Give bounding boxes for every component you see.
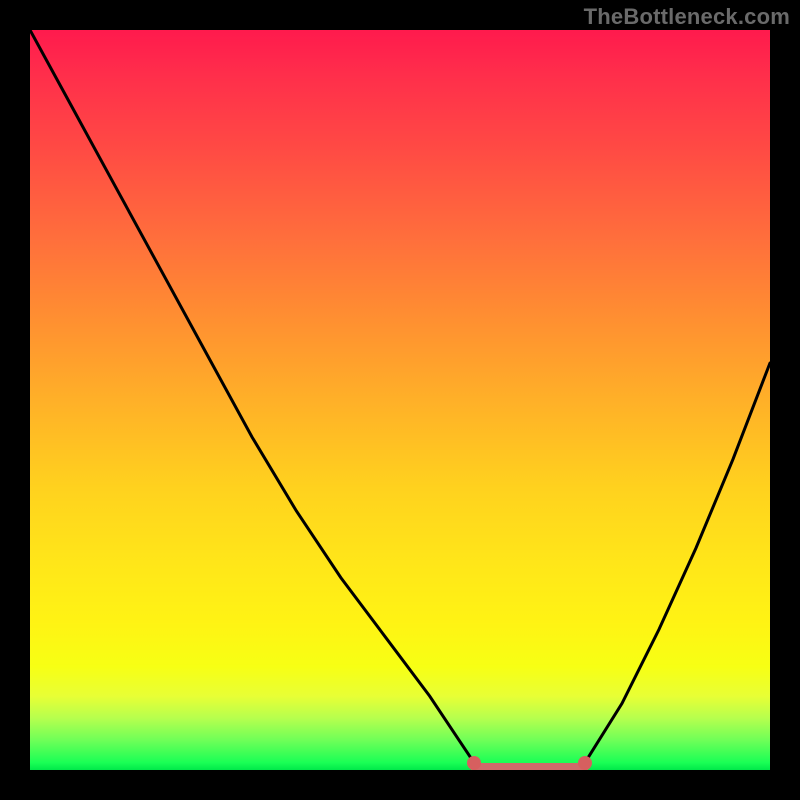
chart-frame: TheBottleneck.com <box>0 0 800 800</box>
plot-area <box>30 30 770 770</box>
flat-segment-dot-left <box>467 756 481 770</box>
watermark-text: TheBottleneck.com <box>584 4 790 30</box>
flat-segment-highlight <box>30 30 770 770</box>
flat-segment-dot-right <box>578 756 592 770</box>
